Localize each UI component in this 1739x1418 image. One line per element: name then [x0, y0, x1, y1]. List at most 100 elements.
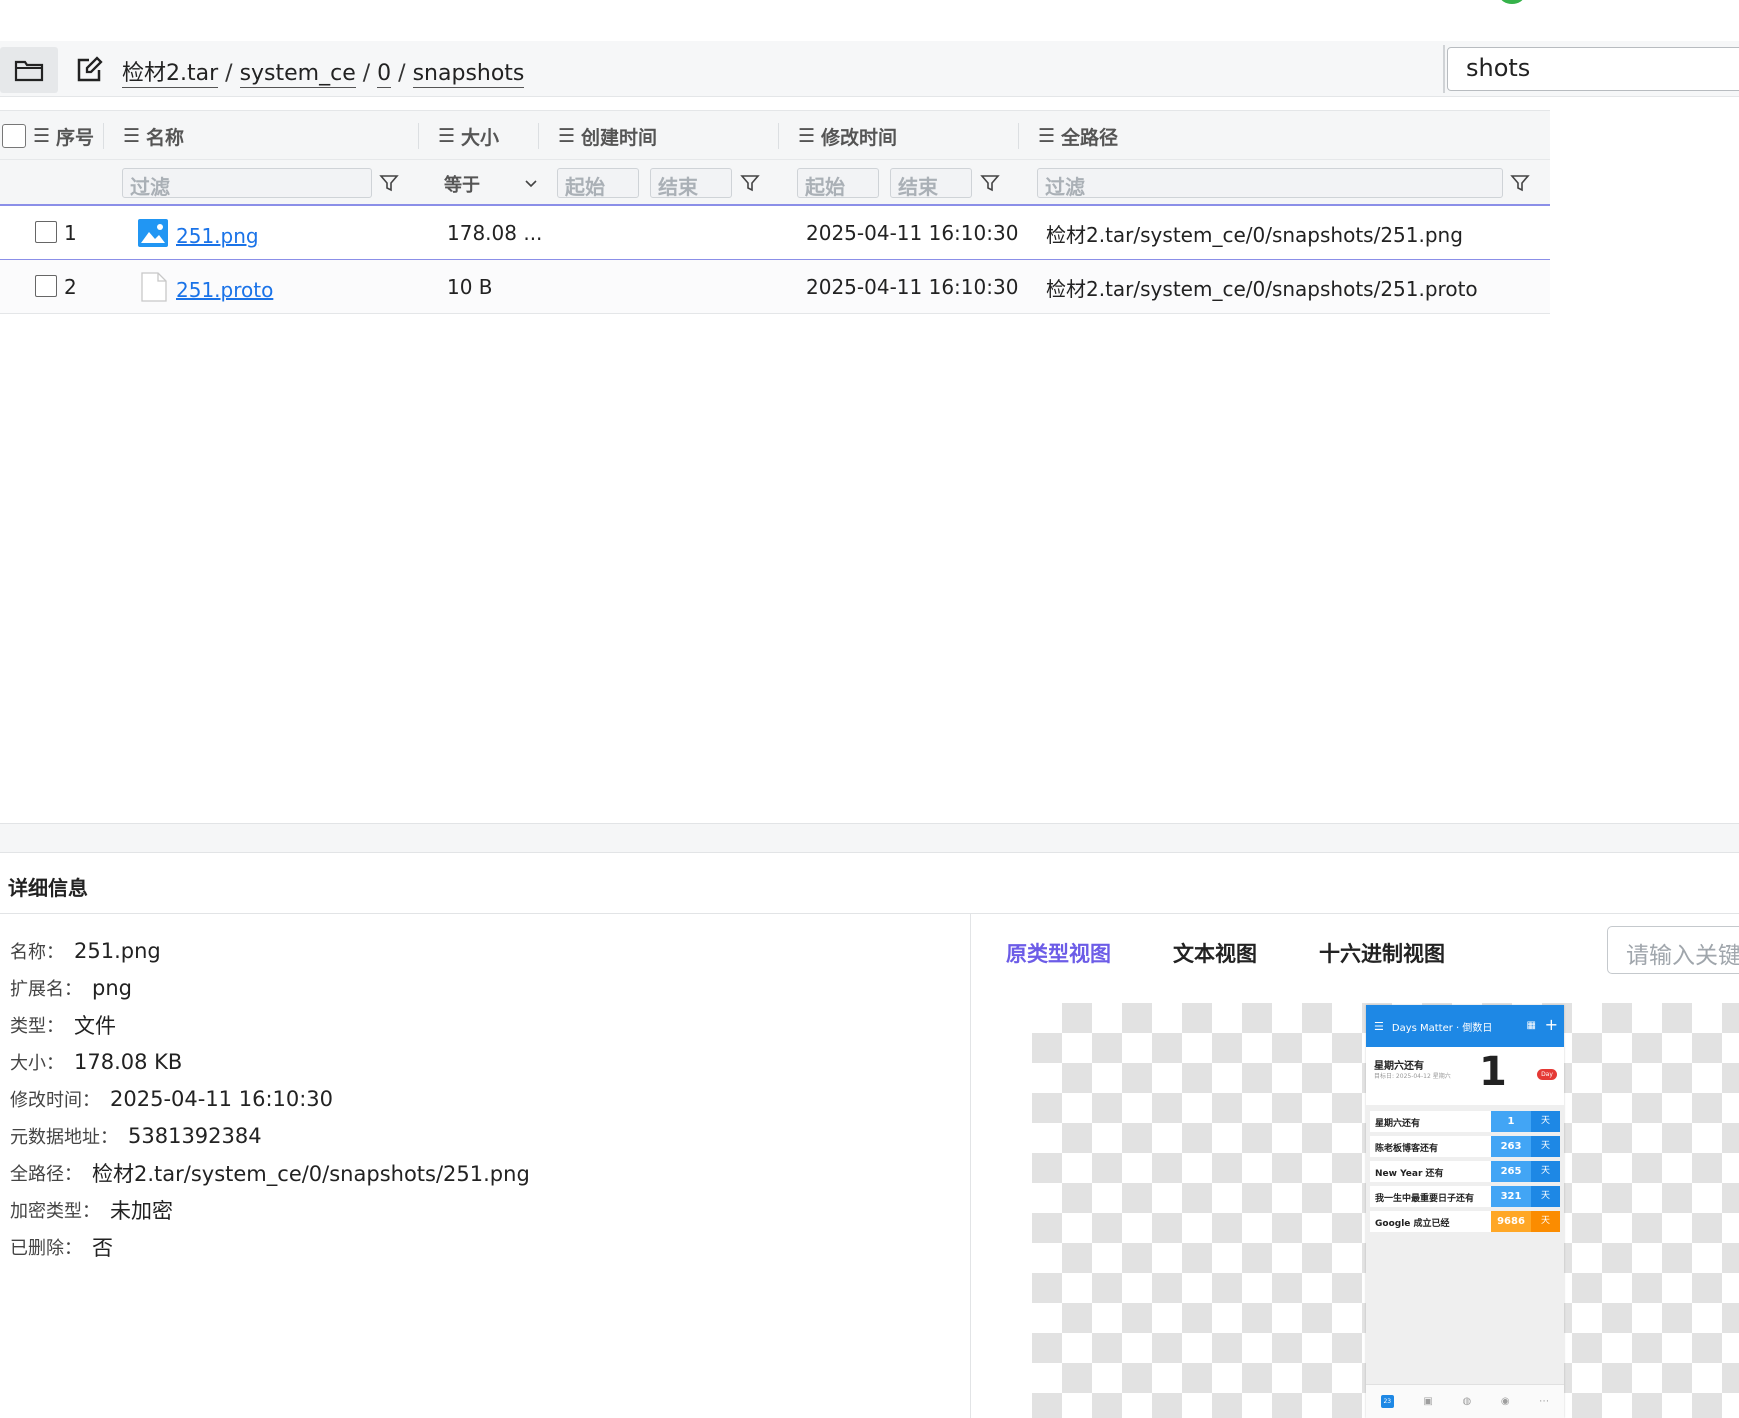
property-colon: ：	[100, 1126, 118, 1148]
user-icon: ◉	[1500, 1396, 1510, 1407]
details-title: 详细信息	[8, 876, 88, 900]
event-unit: 天	[1531, 1136, 1560, 1157]
column-label: 创建时间	[581, 126, 658, 149]
preview-hero-number: 1	[1479, 1049, 1507, 1095]
property-value: 5381392384	[128, 1123, 262, 1148]
column-label: 大小	[461, 126, 500, 149]
column-header-size[interactable]: ☰ 大小	[438, 111, 499, 161]
column-resizer[interactable]	[418, 123, 419, 149]
property-value: 未加密	[110, 1198, 173, 1223]
property-colon: ：	[82, 1089, 100, 1111]
property-value: 文件	[74, 1013, 116, 1038]
table-row[interactable]: 2 251.proto 10 B 2025-04-11 16:10:30 检材2…	[0, 260, 1550, 314]
hamburger-icon: ☰	[1374, 1019, 1384, 1033]
list-item: 我一生中最重要日子还有 321 天	[1370, 1186, 1560, 1207]
tab-hex-view[interactable]: 十六进制视图	[1319, 938, 1445, 968]
column-resizer[interactable]	[778, 123, 779, 149]
property-value: 251.png	[74, 938, 161, 963]
calendar-icon: 23	[1380, 1395, 1394, 1408]
filter-icon[interactable]	[377, 170, 401, 196]
path-toolbar: 检材2.tar / system_ce/0/snapshots shots	[0, 41, 1739, 97]
keyword-search-input[interactable]: 请输入关键	[1607, 926, 1739, 974]
select-all-checkbox[interactable]	[2, 124, 26, 148]
table-row[interactable]: 1 251.png 178.08 ... 2025-04-11 16:10:30…	[0, 206, 1550, 260]
panel-splitter[interactable]	[0, 823, 1739, 853]
file-name-link[interactable]: 251.png	[176, 206, 259, 260]
property-row: 名称： 251.png	[10, 932, 530, 969]
name-filter-input[interactable]: 过滤	[122, 168, 372, 199]
row-index: 1	[64, 221, 77, 245]
list-item: Google 成立已经 9686 天	[1370, 1211, 1560, 1232]
preview-hero-title: 星期六还有	[1374, 1061, 1424, 1072]
property-row: 元数据地址： 5381392384	[10, 1117, 530, 1154]
file-name-link[interactable]: 251.proto	[176, 260, 273, 314]
size-operator-select[interactable]: 等于	[432, 168, 540, 198]
details-vertical-divider[interactable]	[970, 914, 971, 1418]
property-colon: ：	[64, 978, 82, 1000]
search-input[interactable]: shots	[1447, 47, 1739, 91]
column-resizer[interactable]	[103, 123, 104, 149]
breadcrumb-item[interactable]: system_ce	[239, 61, 356, 88]
modified-end-input[interactable]: 结束	[890, 168, 972, 199]
property-key: 扩展名	[10, 978, 64, 1000]
property-row: 大小： 178.08 KB	[10, 1043, 530, 1080]
event-unit: 天	[1531, 1111, 1560, 1132]
property-key: 已删除	[10, 1237, 64, 1259]
column-header-created[interactable]: ☰ 创建时间	[558, 111, 657, 161]
tab-text-view[interactable]: 文本视图	[1173, 938, 1257, 968]
column-label: 全路径	[1061, 126, 1119, 149]
status-dot	[1500, 0, 1524, 4]
column-resizer[interactable]	[538, 123, 539, 149]
column-header-name[interactable]: ☰ 名称	[123, 111, 184, 161]
column-header-modified[interactable]: ☰ 修改时间	[798, 111, 897, 161]
preview-hero-card: 星期六还有 目标日: 2025-04-12 星期六 1 Day	[1366, 1047, 1564, 1105]
breadcrumb: 检材2.tar / system_ce/0/snapshots	[122, 55, 525, 88]
file-modified: 2025-04-11 16:10:30	[806, 221, 1019, 245]
property-colon: ：	[46, 1015, 64, 1037]
created-end-input[interactable]: 结束	[650, 168, 732, 199]
property-colon: ：	[82, 1200, 100, 1222]
breadcrumb-item[interactable]: 检材2.tar	[122, 61, 219, 88]
property-row: 加密类型： 未加密	[10, 1191, 530, 1228]
list-icon: ☰	[123, 125, 141, 147]
tab-original-view[interactable]: 原类型视图	[1006, 938, 1111, 968]
planet-icon: ◍	[1462, 1396, 1472, 1407]
column-resizer[interactable]	[1018, 123, 1019, 149]
property-key: 修改时间	[10, 1089, 82, 1111]
file-name-text[interactable]: 251.png	[176, 224, 259, 248]
toolbar-divider	[1443, 45, 1445, 93]
created-start-input[interactable]: 起始	[557, 168, 639, 199]
modified-start-input[interactable]: 起始	[797, 168, 879, 199]
select-value: 等于	[444, 175, 480, 196]
edit-path-button[interactable]	[72, 53, 106, 87]
folder-icon	[14, 60, 44, 82]
event-label: 星期六还有	[1375, 1119, 1421, 1129]
property-key: 大小	[10, 1052, 46, 1074]
column-header-index[interactable]: ☰ 序号	[33, 111, 94, 161]
property-value: 178.08 KB	[74, 1049, 183, 1074]
breadcrumb-separator: /	[225, 61, 233, 86]
file-name-text[interactable]: 251.proto	[176, 278, 273, 302]
chevron-down-icon	[524, 174, 538, 195]
path-filter-input[interactable]: 过滤	[1037, 168, 1503, 199]
properties-list: 名称： 251.png 扩展名： png 类型：文件 大小： 178.08 KB 修改…	[10, 932, 530, 1265]
property-value: 2025-04-11 16:10:30	[110, 1086, 334, 1111]
event-days: 265	[1491, 1161, 1531, 1182]
folder-button[interactable]	[0, 47, 58, 93]
table-header: ☰ 序号 ☰ 名称 ☰ 大小 ☰ 创建时间 ☰ 修改时间 ☰ 全路径	[0, 110, 1550, 160]
column-header-fullpath[interactable]: ☰ 全路径	[1038, 111, 1118, 161]
list-icon: ☰	[558, 125, 576, 147]
row-checkbox[interactable]	[35, 275, 57, 297]
filter-icon[interactable]	[978, 170, 1002, 196]
more-icon: ⋯	[1539, 1396, 1550, 1407]
property-row: 修改时间： 2025-04-11 16:10:30	[10, 1080, 530, 1117]
square-icon: ▣	[1423, 1396, 1433, 1407]
breadcrumb-item[interactable]: 0	[377, 61, 392, 88]
filter-icon[interactable]	[1508, 170, 1532, 196]
list-item: 星期六还有 1 天	[1370, 1111, 1560, 1132]
row-checkbox[interactable]	[35, 221, 57, 243]
file-table: ☰ 序号 ☰ 名称 ☰ 大小 ☰ 创建时间 ☰ 修改时间 ☰ 全路径 过滤 等于 起始 结束…	[0, 110, 1550, 314]
filter-row: 过滤 等于 起始 结束 起始 结束 过滤	[0, 160, 1550, 206]
filter-icon[interactable]	[738, 170, 762, 196]
breadcrumb-item[interactable]: snapshots	[412, 61, 525, 88]
